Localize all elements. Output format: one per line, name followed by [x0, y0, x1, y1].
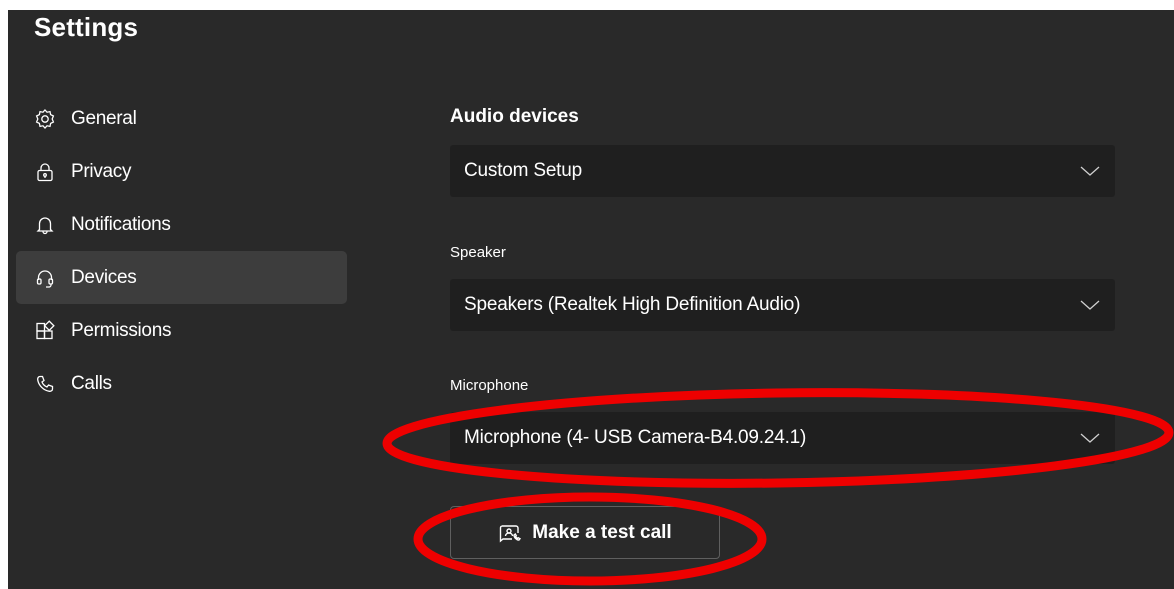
apps-icon	[34, 319, 56, 342]
nav-item-label: General	[71, 107, 137, 129]
nav-item-label: Devices	[71, 266, 137, 288]
phone-icon	[34, 373, 56, 395]
settings-window: Settings General Privacy Notifications D…	[8, 10, 1174, 589]
test-call-icon	[498, 523, 522, 543]
nav-item-notifications[interactable]: Notifications	[16, 198, 347, 251]
nav-item-label: Notifications	[71, 213, 171, 235]
microphone-dropdown[interactable]: Microphone (4- USB Camera-B4.09.24.1)	[450, 412, 1115, 464]
nav-item-label: Calls	[71, 372, 112, 394]
microphone-value: Microphone (4- USB Camera-B4.09.24.1)	[464, 427, 807, 448]
audio-device-value: Custom Setup	[464, 160, 582, 181]
nav-item-general[interactable]: General	[16, 92, 347, 145]
microphone-label: Microphone	[450, 377, 529, 394]
nav-item-calls[interactable]: Calls	[16, 357, 347, 410]
chevron-down-icon	[1079, 298, 1101, 312]
nav-item-permissions[interactable]: Permissions	[16, 304, 347, 357]
test-call-label: Make a test call	[532, 521, 672, 543]
settings-nav: General Privacy Notifications Devices Pe…	[16, 92, 347, 410]
speaker-label: Speaker	[450, 244, 506, 261]
gear-icon	[34, 108, 56, 130]
headset-icon	[34, 267, 56, 289]
speaker-value: Speakers (Realtek High Definition Audio)	[464, 294, 801, 315]
chevron-down-icon	[1079, 164, 1101, 178]
nav-item-devices[interactable]: Devices	[16, 251, 347, 304]
test-call-button[interactable]: Make a test call	[450, 506, 720, 559]
lock-icon	[34, 161, 56, 183]
page-title: Settings	[34, 12, 139, 42]
bell-icon	[34, 214, 56, 236]
audio-device-dropdown[interactable]: Custom Setup	[450, 145, 1115, 197]
nav-item-label: Permissions	[71, 319, 172, 341]
speaker-dropdown[interactable]: Speakers (Realtek High Definition Audio)	[450, 279, 1115, 331]
audio-devices-heading: Audio devices	[450, 106, 579, 127]
chevron-down-icon	[1079, 431, 1101, 445]
nav-item-privacy[interactable]: Privacy	[16, 145, 347, 198]
nav-item-label: Privacy	[71, 160, 132, 182]
